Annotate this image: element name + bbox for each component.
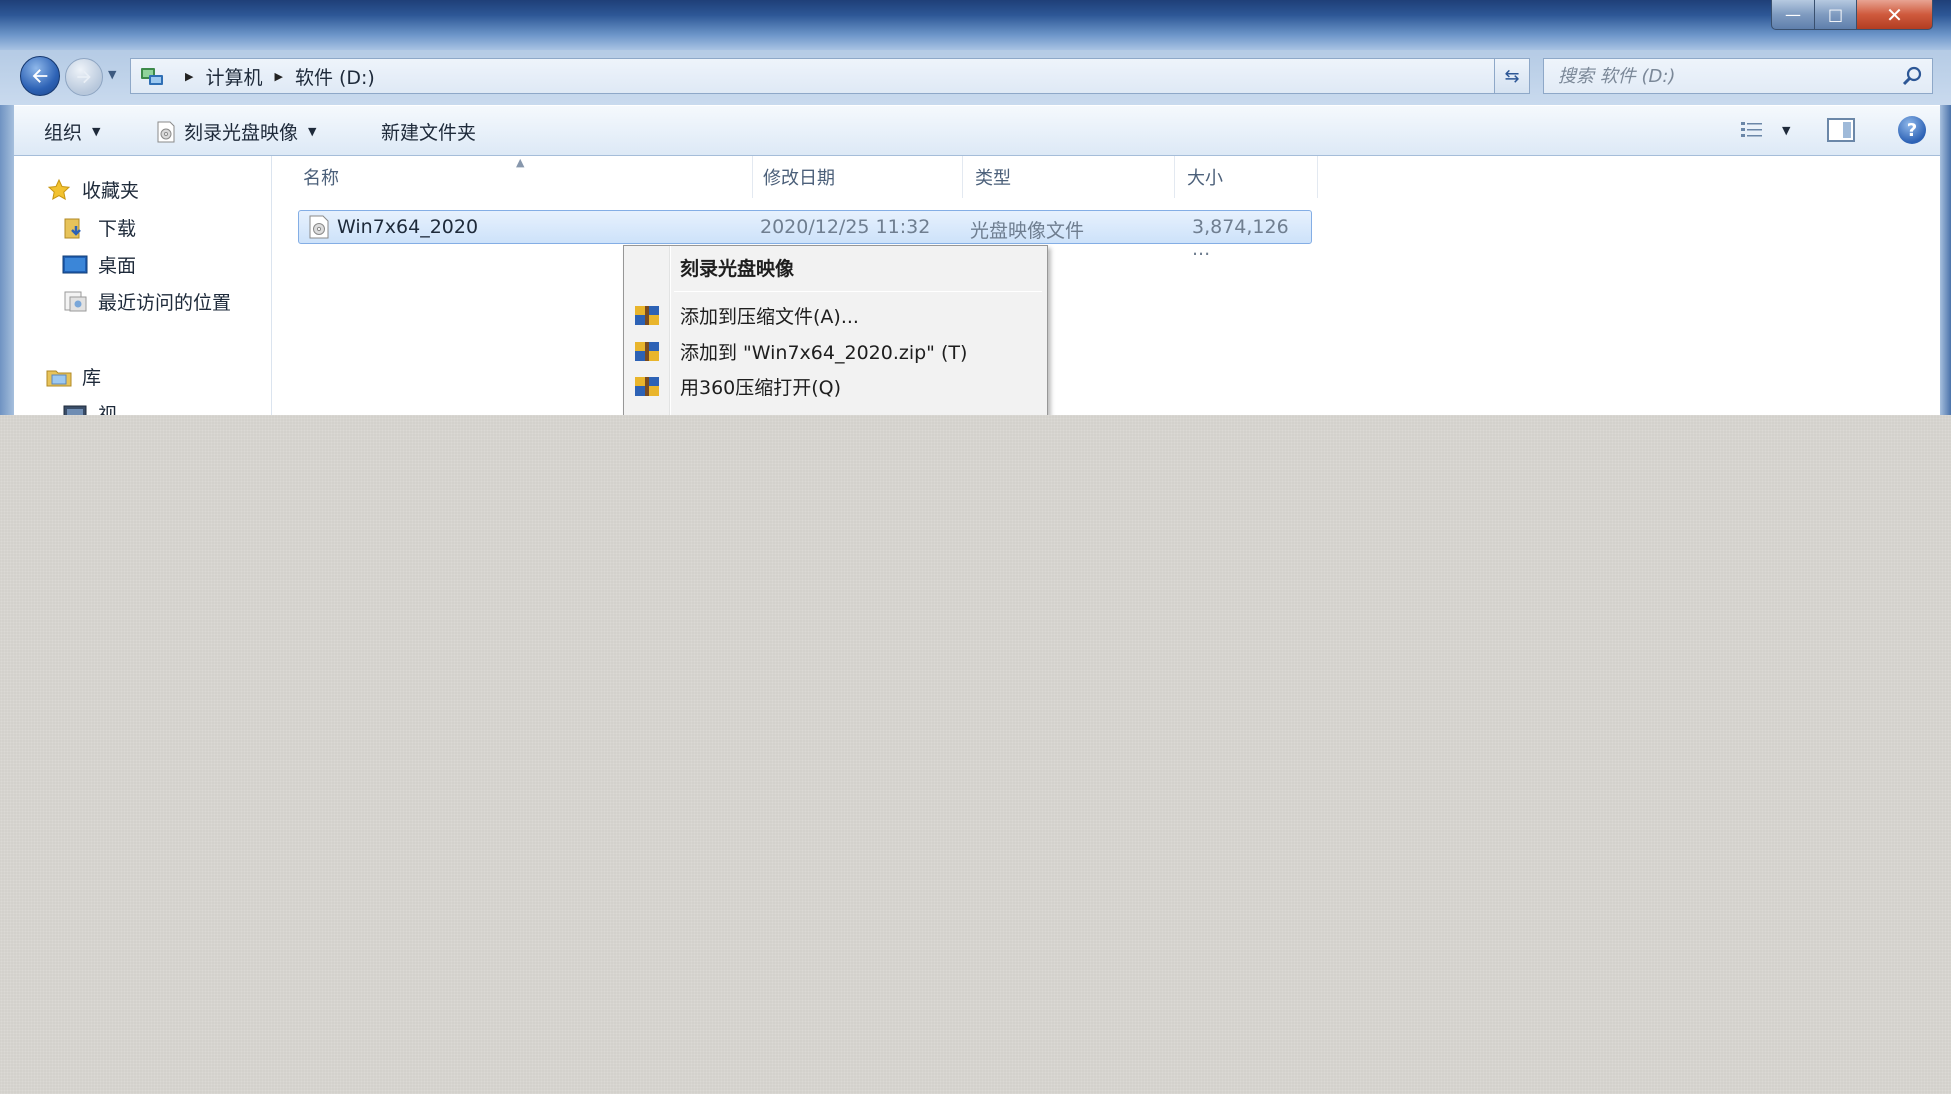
file-modified-date: 2020/12/25 11:32 — [760, 216, 931, 238]
chevron-down-icon: ▼ — [308, 125, 317, 138]
burn-disc-image-button[interactable]: 刻录光盘映像 ▼ — [156, 118, 316, 145]
menu-add-archive-label: 添加到压缩文件(A)... — [680, 305, 859, 328]
column-date-label: 修改日期 — [763, 168, 835, 189]
video-library-icon — [63, 405, 87, 415]
search-icon[interactable] — [1902, 65, 1924, 87]
menu-divider — [674, 291, 1042, 292]
refresh-button[interactable]: ⇆ — [1494, 58, 1530, 94]
nav-desktop-label: 桌面 — [98, 255, 137, 277]
close-button[interactable]: ✕ — [1857, 0, 1933, 30]
recent-places-icon — [64, 291, 87, 311]
window-left-frame — [0, 105, 14, 415]
libraries-icon — [46, 370, 72, 386]
new-folder-button[interactable]: 新建文件夹 — [381, 118, 476, 145]
context-menu: 刻录光盘映像 添加到压缩文件(A)... 添加到 "Win7x64_2020.z… — [623, 245, 1048, 415]
forward-button[interactable] — [65, 58, 103, 96]
column-header-name[interactable]: 名称 ▲ — [273, 156, 753, 198]
archive-icon — [635, 342, 659, 361]
menu-add-zip-label: 添加到 "Win7x64_2020.zip" (T) — [680, 341, 968, 364]
organize-label: 组织 — [44, 122, 83, 144]
breadcrumb-computer[interactable]: 计算机 — [205, 63, 262, 90]
new-folder-label: 新建文件夹 — [381, 122, 477, 144]
title-bar[interactable]: — □ ✕ — [0, 0, 1951, 50]
maximize-button[interactable]: □ — [1815, 0, 1857, 30]
nav-favorites[interactable]: 收藏夹 — [46, 176, 139, 203]
column-header-size[interactable]: 大小 — [1175, 156, 1318, 198]
command-bar: 组织 ▼ 刻录光盘映像 ▼ 新建文件夹 ▼ ? — [14, 105, 1940, 156]
recent-pages-dropdown[interactable]: ▼ — [108, 68, 116, 81]
desktop-icon — [62, 255, 88, 273]
star-icon — [47, 178, 71, 200]
archive-icon — [635, 306, 659, 325]
menu-item-open-with-360[interactable]: 用360压缩打开(Q) — [624, 369, 1045, 403]
arrow-left-icon — [32, 69, 48, 83]
chevron-down-icon: ▼ — [92, 125, 101, 138]
breadcrumb-arrow-icon[interactable]: ▶ — [274, 70, 282, 83]
search-box[interactable] — [1543, 58, 1933, 94]
change-view-button[interactable]: ▼ — [1740, 120, 1790, 140]
file-type: 光盘映像文件 — [970, 220, 1085, 242]
nav-downloads[interactable]: 下载 — [62, 214, 136, 241]
disc-image-icon — [157, 121, 175, 142]
archive-icon — [635, 377, 659, 396]
help-button[interactable]: ? — [1898, 116, 1926, 144]
menu-item-burn-disc-image[interactable]: 刻录光盘映像 — [624, 250, 1045, 284]
arrow-right-icon — [77, 70, 91, 84]
nav-desktop[interactable]: 桌面 — [62, 251, 136, 278]
nav-videos[interactable]: 视 — [62, 400, 117, 415]
explorer-window: — □ ✕ ▼ ▶ 计算机 ▶ 软件 (D:) ▼ ⇆ — [0, 0, 1951, 415]
downloads-folder-icon — [64, 218, 81, 238]
organize-button[interactable]: 组织 ▼ — [44, 118, 100, 145]
file-size: 3,874,126 ... — [1192, 216, 1289, 260]
menu-item-add-to-zip[interactable]: 添加到 "Win7x64_2020.zip" (T) — [624, 334, 1045, 368]
column-size-label: 大小 — [1187, 168, 1223, 189]
preview-pane-button[interactable] — [1827, 118, 1855, 142]
back-button[interactable] — [20, 56, 60, 96]
computer-location-icon — [141, 68, 163, 85]
nav-downloads-label: 下载 — [98, 218, 137, 240]
menu-burn-label: 刻录光盘映像 — [680, 257, 795, 280]
window-controls: — □ ✕ — [1771, 0, 1933, 30]
help-icon: ? — [1906, 119, 1918, 141]
nav-favorites-label: 收藏夹 — [82, 180, 140, 202]
breadcrumb-arrow-icon[interactable]: ▶ — [185, 70, 193, 83]
sort-ascending-icon: ▲ — [516, 156, 525, 169]
menu-open-360-label: 用360压缩打开(Q) — [680, 376, 842, 399]
breadcrumb-drive[interactable]: 软件 (D:) — [295, 63, 375, 90]
menu-item-add-to-archive[interactable]: 添加到压缩文件(A)... — [624, 298, 1045, 332]
view-details-icon — [1741, 122, 1762, 137]
nav-recent-places[interactable]: 最近访问的位置 — [62, 288, 231, 315]
nav-libraries-label: 库 — [82, 367, 102, 389]
navigation-pane: 收藏夹 下载 桌面 最近访问的位置 库 视 — [14, 156, 272, 415]
burn-label: 刻录光盘映像 — [184, 122, 299, 144]
file-name: Win7x64_2020 — [337, 216, 479, 238]
address-bar[interactable]: ▶ 计算机 ▶ 软件 (D:) ▼ — [130, 58, 1520, 94]
refresh-icon: ⇆ — [1504, 65, 1520, 87]
chevron-down-icon[interactable]: ▼ — [1782, 124, 1790, 137]
minimize-button[interactable]: — — [1771, 0, 1815, 30]
column-header-type[interactable]: 类型 — [963, 156, 1175, 198]
window-right-frame — [1940, 105, 1951, 415]
nav-libraries[interactable]: 库 — [46, 363, 101, 390]
address-row: ▼ ▶ 计算机 ▶ 软件 (D:) ▼ ⇆ — [0, 50, 1951, 105]
nav-recent-label: 最近访问的位置 — [98, 292, 232, 314]
search-input[interactable] — [1558, 65, 1888, 87]
nav-videos-label: 视 — [98, 404, 118, 415]
column-header-date[interactable]: 修改日期 — [753, 156, 963, 198]
column-name-label: 名称 — [303, 168, 339, 189]
disc-image-file-icon — [309, 215, 329, 239]
table-row[interactable]: Win7x64_2020 2020/12/25 11:32 光盘映像文件 3,8… — [298, 210, 1312, 260]
column-type-label: 类型 — [975, 168, 1011, 189]
file-list: 名称 ▲ 修改日期 类型 大小 Win7x64_2020 2020/12/25 … — [273, 156, 1940, 415]
column-headers: 名称 ▲ 修改日期 类型 大小 — [273, 156, 1318, 198]
